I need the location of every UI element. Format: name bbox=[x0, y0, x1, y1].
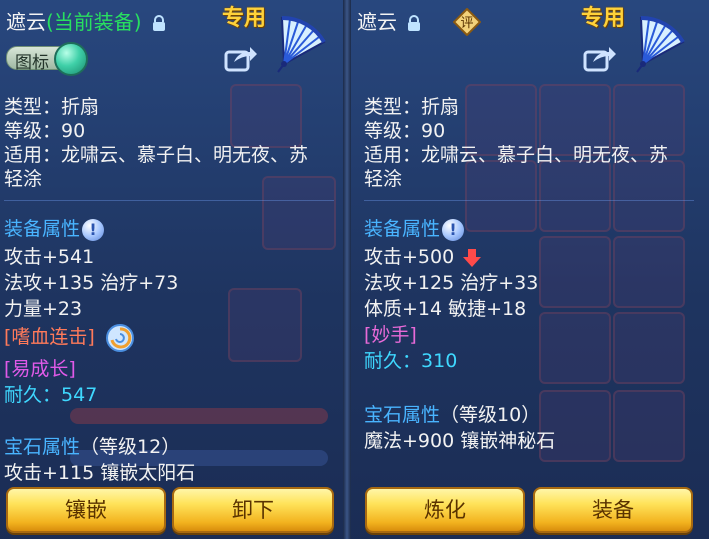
attr-line: 力量+23 bbox=[4, 298, 83, 320]
lock-icon bbox=[152, 15, 165, 31]
item-title: 遮云(当前装备) bbox=[6, 6, 166, 35]
item-name: 遮云 bbox=[6, 10, 46, 34]
item-suitable-cont: 轻涂 bbox=[364, 168, 403, 190]
equip-attr-title: 装备属性 bbox=[364, 218, 441, 240]
item-suitable-cont: 轻涂 bbox=[4, 168, 43, 190]
equip-attr-title: 装备属性 bbox=[4, 218, 81, 240]
divider bbox=[364, 200, 694, 201]
attr-line: 法攻+135 治疗+73 bbox=[4, 272, 179, 294]
gem-attr: 攻击+115 镶嵌太阳石 bbox=[4, 462, 196, 484]
gem-level: （等级12） bbox=[80, 436, 181, 458]
toggle-knob bbox=[54, 42, 88, 76]
info-icon[interactable]: ! bbox=[82, 218, 105, 241]
equipped-tag: (当前装备) bbox=[46, 10, 142, 34]
item-type: 类型：折扇 bbox=[4, 96, 100, 118]
attr-line: 攻击+541 bbox=[4, 246, 95, 268]
item-suitable: 适用：龙啸云、慕子白、明无夜、苏 bbox=[4, 144, 309, 166]
gem-attr-title: 宝石属性 bbox=[364, 404, 441, 426]
decrease-arrow-icon bbox=[463, 248, 482, 267]
skill-label: [嗜血连击] bbox=[4, 326, 95, 348]
gem-level: （等级10） bbox=[440, 404, 541, 426]
rate-badge-icon[interactable]: 评 bbox=[453, 8, 481, 36]
item-name: 遮云 bbox=[357, 10, 397, 34]
durability-label: 耐久： bbox=[364, 350, 422, 372]
unequip-button[interactable]: 卸下 bbox=[172, 487, 334, 533]
swirl-icon[interactable] bbox=[105, 323, 135, 353]
durability-value: 547 bbox=[61, 384, 98, 406]
icon-toggle-label: 图标 bbox=[15, 53, 49, 73]
durability-label: 耐久： bbox=[4, 384, 62, 406]
share-icon[interactable] bbox=[224, 44, 258, 74]
durability-value: 310 bbox=[421, 350, 458, 372]
effect-label: [易成长] bbox=[4, 358, 76, 380]
hp-bar-background bbox=[70, 408, 328, 424]
effect-label: [妙手] bbox=[364, 324, 417, 346]
item-title: 遮云 bbox=[357, 6, 421, 35]
divider bbox=[4, 200, 334, 201]
attr-line: 法攻+125 治疗+33 bbox=[364, 272, 539, 294]
info-icon[interactable]: ! bbox=[442, 218, 465, 241]
fan-item-icon bbox=[277, 15, 326, 73]
attr-line: 体质+14 敏捷+18 bbox=[364, 298, 527, 320]
attr-line: 攻击+500 bbox=[364, 246, 455, 268]
exclusive-label: 专用 bbox=[581, 6, 626, 31]
refine-button[interactable]: 炼化 bbox=[365, 487, 525, 533]
item-type: 类型：折扇 bbox=[364, 96, 460, 118]
exclusive-label: 专用 bbox=[222, 6, 267, 31]
rate-badge-text: 评 bbox=[460, 16, 473, 31]
item-suitable: 适用：龙啸云、慕子白、明无夜、苏 bbox=[364, 144, 669, 166]
equip-button[interactable]: 装备 bbox=[533, 487, 693, 533]
gem-attr: 魔法+900 镶嵌神秘石 bbox=[364, 430, 556, 452]
share-icon[interactable] bbox=[583, 44, 617, 74]
item-level: 等级：90 bbox=[364, 120, 446, 142]
fan-item-icon bbox=[636, 15, 685, 73]
icon-toggle[interactable]: 图标 bbox=[6, 42, 88, 76]
panel-divider bbox=[343, 0, 351, 539]
lock-icon bbox=[408, 15, 421, 31]
current-equipment-panel: 遮云(当前装备) 专用 图标 类型：折扇 等级：90 适用：龙啸云、慕子白、明无… bbox=[0, 0, 343, 539]
compare-equipment-panel: 遮云 评 专用 类型：折扇 等级：90 适用：龙啸云、慕子白、明无夜、苏 轻涂 … bbox=[351, 0, 709, 539]
inlay-button[interactable]: 镶嵌 bbox=[6, 487, 166, 533]
item-level: 等级：90 bbox=[4, 120, 86, 142]
gem-attr-title: 宝石属性 bbox=[4, 436, 81, 458]
